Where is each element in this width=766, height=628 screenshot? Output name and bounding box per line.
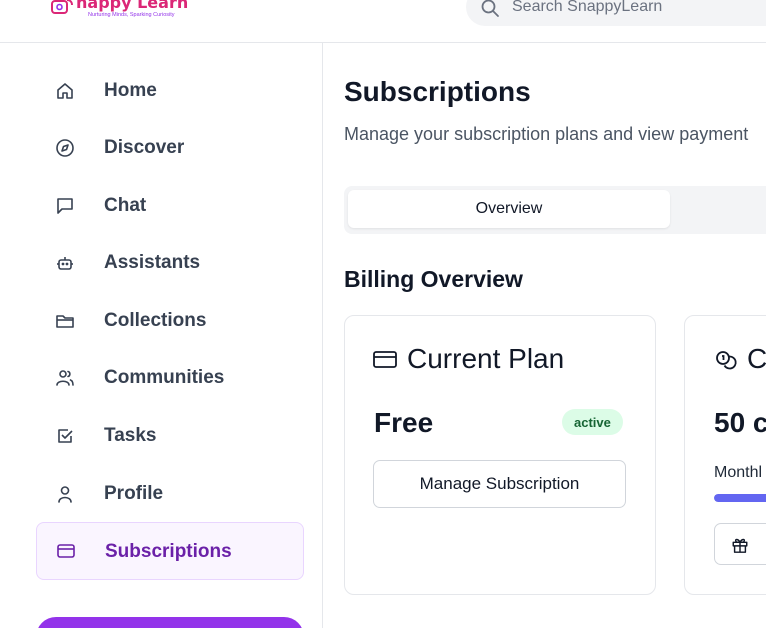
sidebar-item-home[interactable]: Home <box>36 65 304 117</box>
card-title: C <box>747 343 766 374</box>
compass-icon <box>56 139 74 157</box>
page-title: Subscriptions <box>344 76 531 107</box>
search-bar[interactable] <box>466 0 766 26</box>
sidebar-item-label: Profile <box>104 483 164 504</box>
user-icon <box>58 486 72 503</box>
section-title: Billing Overview <box>344 266 523 292</box>
credits-value: 50 c <box>714 407 766 438</box>
brand-logo[interactable]: nappy Learn Nurturing Minds, Sparking Cu… <box>50 0 190 22</box>
sidebar-item-collections[interactable]: Collections <box>36 295 304 347</box>
users-icon <box>56 370 74 386</box>
credits-progress-fill <box>714 494 766 502</box>
coins-icon <box>716 351 737 370</box>
top-header: nappy Learn Nurturing Minds, Sparking Cu… <box>0 0 766 43</box>
gift-icon <box>732 538 748 553</box>
bot-icon <box>57 257 73 270</box>
sidebar: Home Discover Chat Assistants Collection… <box>17 43 323 628</box>
sidebar-item-discover[interactable]: Discover <box>36 122 304 174</box>
gift-button[interactable] <box>714 523 766 565</box>
sidebar-item-label: Tasks <box>104 425 157 446</box>
folder-icon <box>56 315 74 328</box>
brand-tagline: Nurturing Minds, Sparking Curiosity <box>88 12 175 18</box>
home-icon <box>57 83 73 99</box>
sidebar-item-label: Discover <box>104 137 185 158</box>
sidebar-item-label: Subscriptions <box>105 541 232 562</box>
search-icon <box>481 0 499 17</box>
sidebar-item-tasks[interactable]: Tasks <box>36 410 304 462</box>
credits-progress-bar <box>714 494 766 502</box>
checkbox-icon <box>58 429 73 443</box>
sidebar-item-assistants[interactable]: Assistants <box>36 237 304 289</box>
sidebar-item-label: Assistants <box>104 252 201 273</box>
brand-name: nappy Learn <box>76 0 189 12</box>
main-content: Subscriptions Manage your subscription p… <box>324 43 766 628</box>
credits-card: C 50 c Monthl <box>684 315 766 595</box>
credit-card-icon <box>57 544 75 558</box>
sidebar-item-subscriptions[interactable]: Subscriptions <box>36 522 304 580</box>
sidebar-item-label: Collections <box>104 310 207 331</box>
sidebar-item-label: Communities <box>104 367 225 388</box>
sidebar-item-label: Home <box>104 80 157 101</box>
sidebar-action-button[interactable] <box>36 617 304 628</box>
sidebar-item-chat[interactable]: Chat <box>36 180 304 232</box>
plan-name: Free <box>374 407 434 438</box>
sidebar-item-label: Chat <box>104 195 147 216</box>
tab-bar: Overview <box>344 186 766 234</box>
current-plan-card: Current Plan Free active Manage Subscrip… <box>344 315 656 595</box>
search-input[interactable] <box>512 0 766 22</box>
tab-overview[interactable]: Overview <box>348 190 670 228</box>
chat-icon <box>57 198 73 214</box>
credit-card-icon <box>373 351 397 368</box>
page-subtitle: Manage your subscription plans and view … <box>344 124 749 144</box>
logo-mark-icon <box>51 0 73 14</box>
sidebar-item-profile[interactable]: Profile <box>36 468 304 520</box>
sidebar-item-communities[interactable]: Communities <box>36 352 304 404</box>
monthly-label: Monthl <box>714 464 763 481</box>
status-badge: active <box>562 409 623 435</box>
manage-subscription-button[interactable]: Manage Subscription <box>373 460 626 508</box>
card-title: Current Plan <box>407 343 565 374</box>
